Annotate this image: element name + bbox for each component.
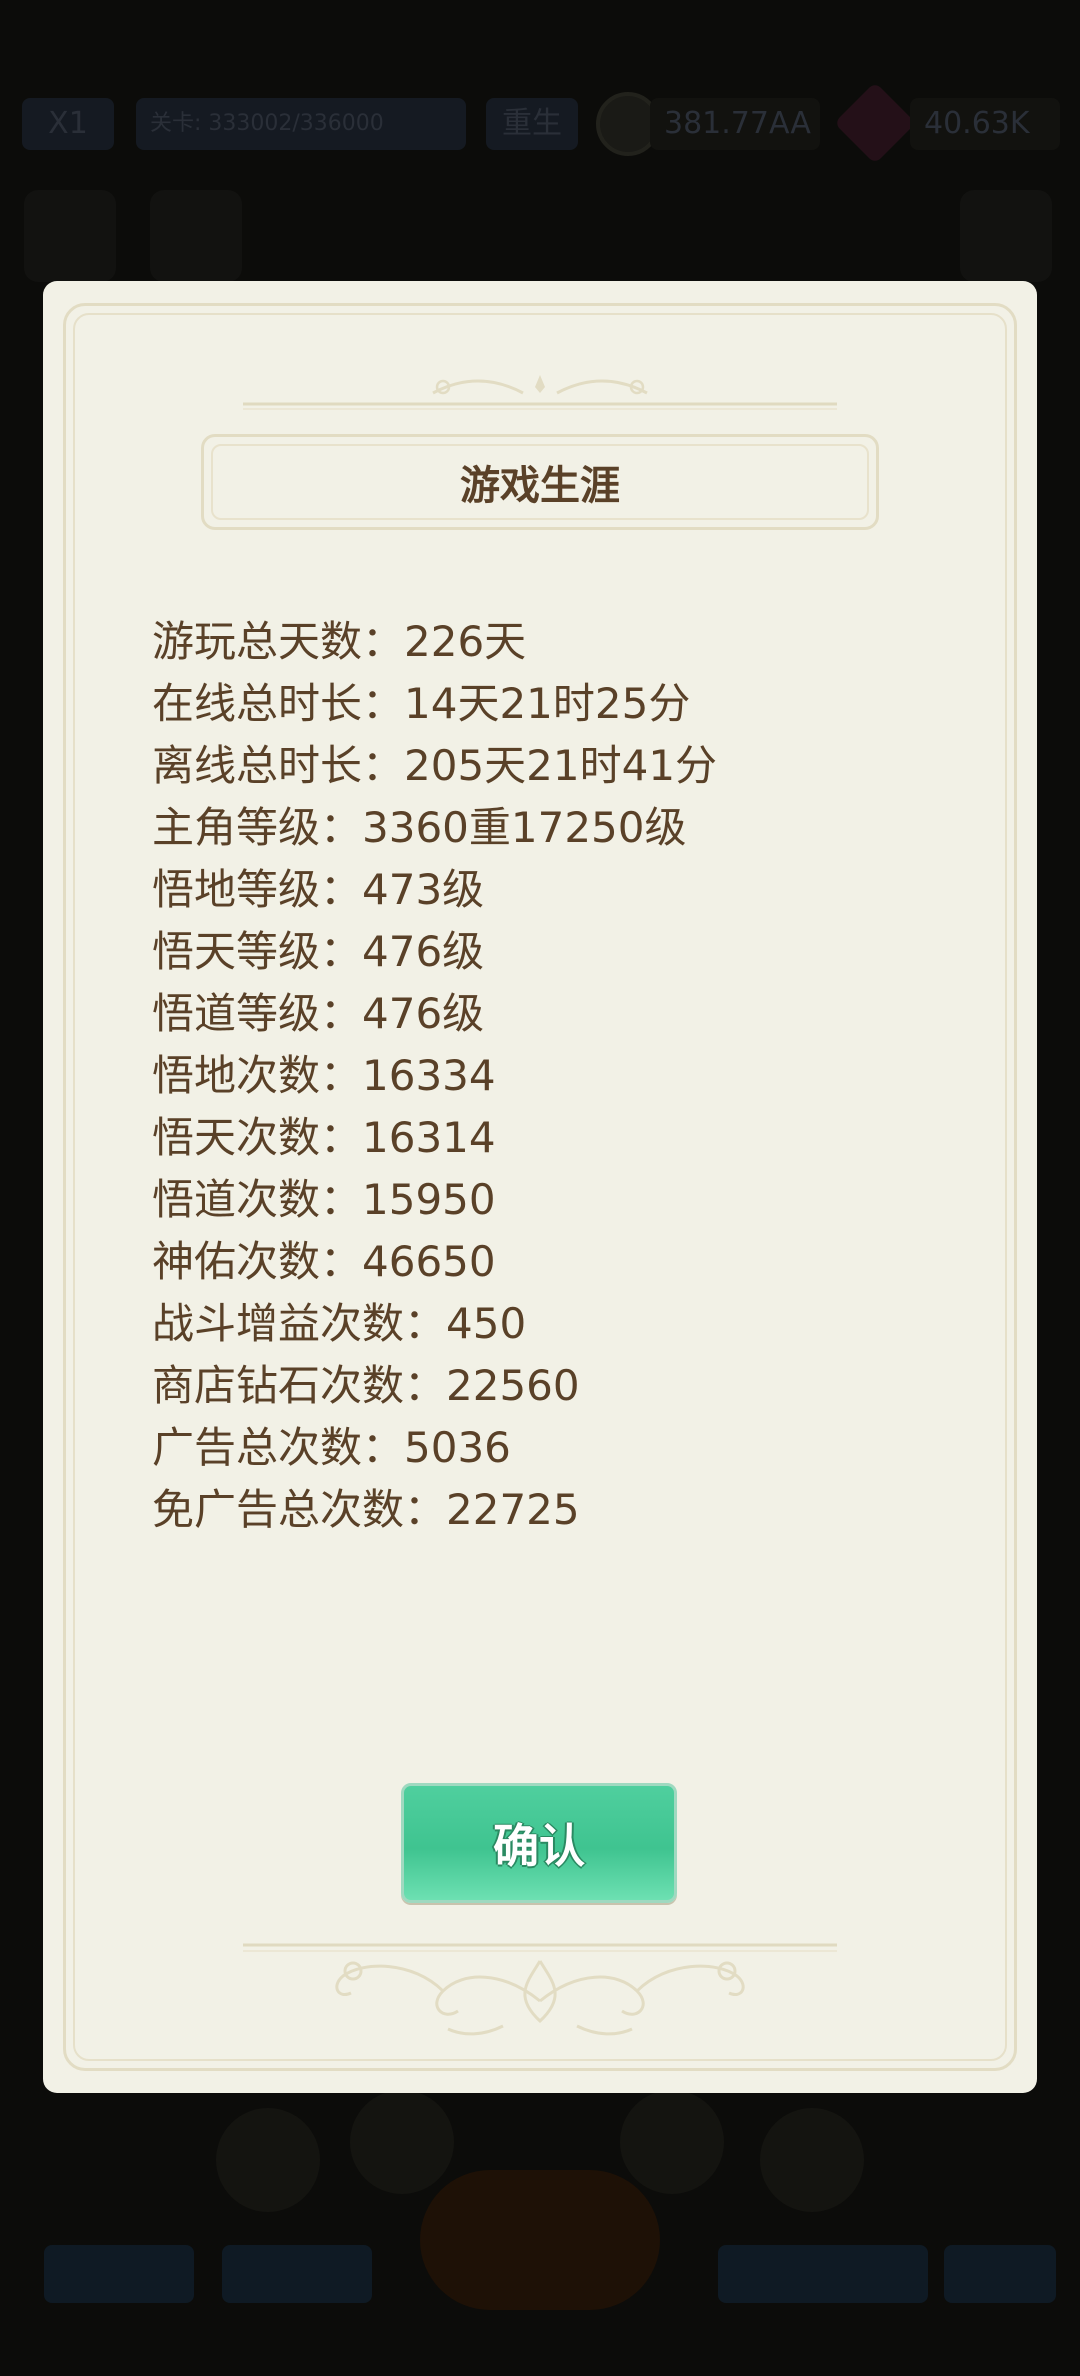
stat-battle-buff-count: 战斗增益次数：450 [152, 1299, 527, 1348]
stat-ad-count: 广告总次数：5036 [152, 1423, 511, 1472]
stat-wudi-level: 悟地等级：473级 [152, 865, 485, 914]
gem-amount: 40.63K [910, 98, 1060, 150]
menu-icon [24, 190, 116, 282]
gem-icon [833, 81, 917, 165]
auto-button [222, 2245, 372, 2303]
stat-blessing-count: 神佑次数：46650 [152, 1237, 496, 1286]
rebirth-button: 重生 [486, 98, 578, 150]
bottom-ornament-icon [243, 1943, 837, 2036]
skill-orb [350, 2090, 454, 2194]
confirm-button-label: 确认 [493, 1819, 585, 1873]
dialog-title-plate: 游戏生涯 [201, 434, 879, 530]
gold-amount: 381.77AA [650, 98, 820, 150]
upgrade-button [44, 2245, 194, 2303]
stat-offline-time: 离线总时长：205天21时41分 [152, 741, 718, 790]
stat-wudi-count: 悟地次数：16334 [152, 1051, 496, 1100]
skill-orb [216, 2108, 320, 2212]
stat-online-time: 在线总时长：14天21时25分 [152, 679, 691, 728]
stat-shop-diamond-count: 商店钻石次数：22560 [152, 1361, 580, 1410]
stat-wutian-count: 悟天次数：16314 [152, 1113, 496, 1162]
career-stats-list: 游玩总天数：226天 在线总时长：14天21时25分 离线总时长：205天21时… [152, 611, 952, 1541]
layers-icon [150, 190, 242, 282]
top-ornament-icon [243, 375, 837, 410]
career-dialog: 游戏生涯 游玩总天数：226天 在线总时长：14天21时25分 离线总时长：20… [43, 281, 1037, 2093]
home-icon [960, 190, 1052, 282]
stat-ad-free-count: 免广告总次数：22725 [152, 1485, 580, 1534]
stat-total-days: 游玩总天数：226天 [152, 617, 527, 666]
top-resource-bar: X1 关卡: 333002/336000 重生 381.77AA 40.63K [0, 81, 1080, 165]
orange-button [420, 2170, 660, 2310]
speed-badge: X1 [22, 98, 114, 150]
level-selector [718, 2245, 928, 2303]
stage-progress: 关卡: 333002/336000 [136, 98, 466, 150]
stat-wudao-level: 悟道等级：476级 [152, 989, 485, 1038]
stat-hero-level: 主角等级：3360重17250级 [152, 803, 687, 852]
stat-wudao-count: 悟道次数：15950 [152, 1175, 496, 1224]
skill-orb [620, 2090, 724, 2194]
dialog-title: 游戏生涯 [460, 463, 620, 509]
confirm-button[interactable]: 确认 [401, 1783, 677, 1903]
stat-wutian-level: 悟天等级：476级 [152, 927, 485, 976]
side-button [944, 2245, 1056, 2303]
skill-orb [760, 2108, 864, 2212]
